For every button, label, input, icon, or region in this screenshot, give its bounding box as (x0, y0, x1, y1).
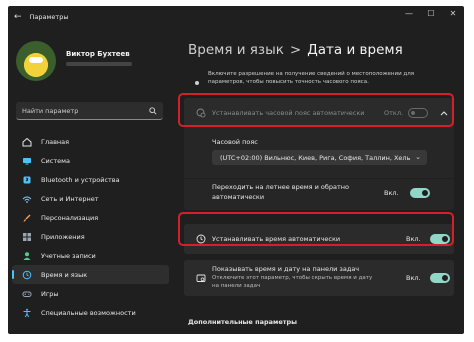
maximize-icon[interactable]: ☐ (420, 6, 442, 22)
info-dot-icon (195, 81, 199, 85)
breadcrumb-separator: > (289, 42, 302, 58)
system-icon (23, 157, 31, 164)
title-bar: ← Параметры — ☐ ✕ (8, 6, 464, 28)
sidebar-item-network[interactable]: Сеть и Интернет (12, 189, 169, 208)
back-arrow-icon[interactable]: ← (14, 12, 22, 22)
highlight-auto-time (178, 212, 454, 246)
sidebar-item-label: Система (41, 156, 71, 165)
search-icon (149, 106, 157, 115)
breadcrumb: Время и язык > Дата и время (188, 42, 403, 58)
sidebar-item-label: Специальные возможности (41, 308, 136, 317)
sidebar-item-label: Bluetooth и устройства (41, 175, 120, 184)
sidebar-nav: Главная Система Bluetooth и устройства С… (8, 132, 173, 322)
dst-label-line2: автоматически (212, 193, 265, 201)
timezone-dropdown[interactable]: (UTC+02:00) Вильнюс, Киев, Рига, София, … (212, 150, 427, 165)
chevron-down-icon: ⌄ (415, 153, 421, 161)
main-content: Время и язык > Дата и время Включите разре… (178, 28, 464, 334)
dst-toggle[interactable] (410, 188, 430, 198)
location-note: Включите разрешение на получение сведени… (184, 68, 454, 96)
sidebar-item-time-language[interactable]: Время и язык (12, 265, 169, 284)
network-icon (22, 196, 32, 203)
breadcrumb-parent[interactable]: Время и язык (188, 42, 284, 58)
user-name: Виктор Бухтеев (66, 50, 130, 58)
timezone-label: Часовой пояс (212, 138, 258, 146)
bluetooth-icon (23, 176, 31, 183)
window-title: Параметры (29, 13, 69, 21)
sidebar-item-bluetooth[interactable]: Bluetooth и устройства (12, 170, 169, 189)
sidebar-item-apps[interactable]: Приложения (12, 227, 169, 246)
home-icon (22, 137, 32, 146)
window-controls: — ☐ ✕ (398, 6, 464, 22)
sidebar-item-personalization[interactable]: Персонализация (12, 208, 169, 227)
dst-label-line1: Переходить на летнее время и обратно (212, 183, 350, 191)
sidebar-item-label: Учетные записи (41, 251, 96, 260)
close-icon[interactable]: ✕ (442, 6, 464, 22)
highlight-auto-timezone (178, 93, 454, 127)
sidebar-item-label: Главная (41, 137, 70, 146)
dst-row: Переходить на летнее время и обратно авт… (184, 178, 454, 208)
sidebar-item-accounts[interactable]: Учетные записи (12, 246, 169, 265)
search-input[interactable]: Найти параметр (16, 102, 163, 120)
sidebar-item-label: Приложения (41, 232, 85, 241)
taskbar-time-toggle[interactable] (430, 273, 450, 283)
sidebar-item-label: Время и язык (41, 270, 88, 279)
avatar (16, 41, 56, 81)
sidebar-item-home[interactable]: Главная (12, 132, 169, 151)
taskbar-clock-icon (196, 274, 206, 282)
taskbar-time-desc2: на панели задач (212, 283, 261, 289)
search-placeholder: Найти параметр (22, 106, 79, 115)
accessibility-icon (23, 308, 31, 317)
sidebar-item-system[interactable]: Система (12, 151, 169, 170)
brush-icon (23, 214, 31, 222)
taskbar-time-state: Вкл. (406, 274, 421, 282)
sidebar-item-label: Игры (41, 289, 59, 298)
taskbar-time-row: Показывать время и дату на панели задач … (184, 260, 454, 296)
apps-icon (23, 232, 31, 241)
location-note-line1: Включите разрешение на получение сведени… (208, 71, 415, 77)
settings-window: ← Параметры — ☐ ✕ Виктор Бухтеев Найти п… (8, 6, 464, 334)
sidebar-item-accessibility[interactable]: Специальные возможности (12, 303, 169, 322)
taskbar-time-desc1: Отключите этот параметр, чтобы скрыть вр… (212, 275, 373, 281)
sidebar-item-gaming[interactable]: Игры (12, 284, 169, 303)
sidebar: Виктор Бухтеев Найти параметр Главная Си… (8, 28, 173, 334)
page-title: Дата и время (307, 42, 403, 58)
accounts-icon (23, 251, 31, 260)
sidebar-item-label: Персонализация (41, 213, 99, 222)
taskbar-time-label: Показывать время и дату на панели задач (212, 265, 360, 273)
dst-state: Вкл. (384, 189, 399, 197)
gaming-icon (22, 291, 32, 297)
time-language-icon (22, 270, 32, 279)
timezone-value: (UTC+02:00) Вильнюс, Киев, Рига, София, … (220, 153, 411, 162)
user-profile[interactable]: Виктор Бухтеев (8, 28, 173, 86)
sidebar-item-label: Сеть и Интернет (41, 194, 99, 203)
minimize-icon[interactable]: — (398, 6, 420, 22)
location-note-line2: параметров, чтобы повысить точность часо… (208, 79, 369, 85)
user-email-redacted (66, 62, 132, 66)
additional-settings-heading: Дополнительные параметры (188, 318, 298, 326)
